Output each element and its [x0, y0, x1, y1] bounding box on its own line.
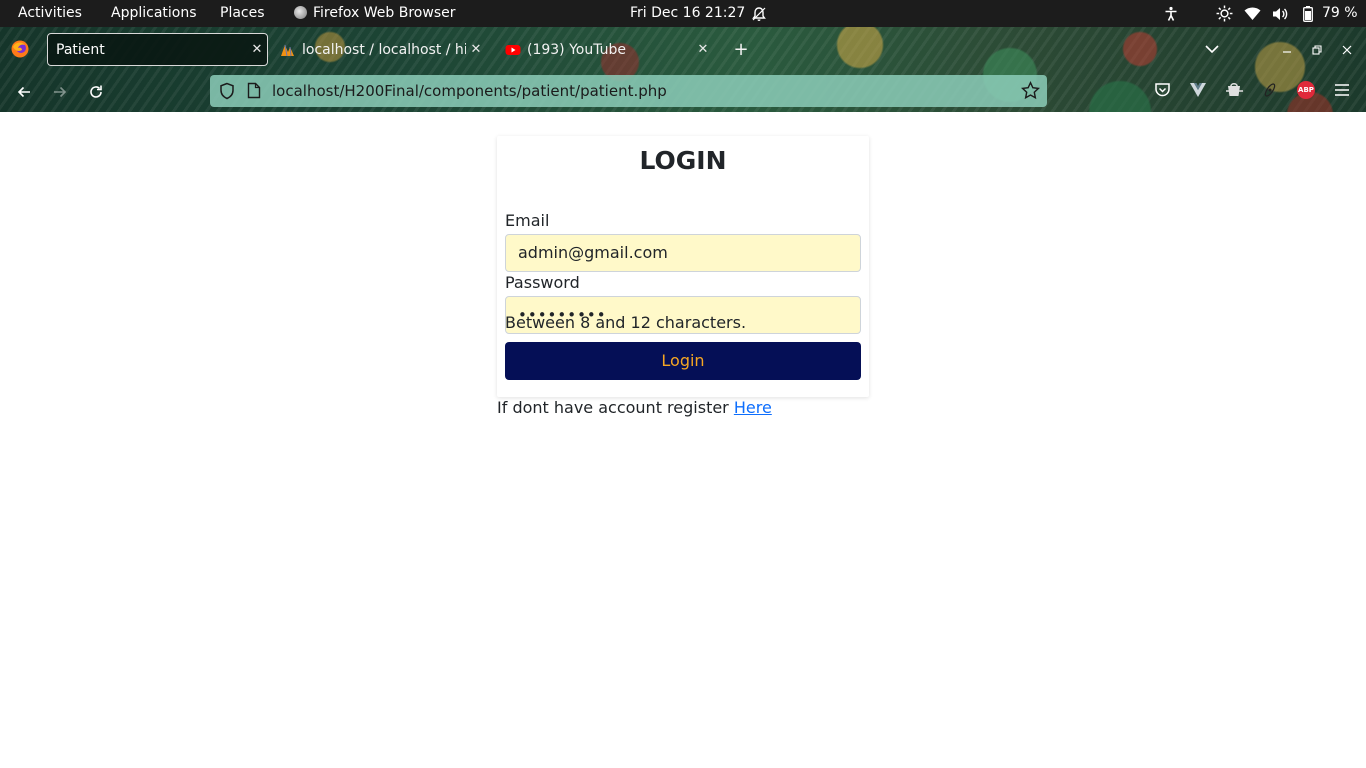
- brightness-icon[interactable]: [1216, 0, 1233, 27]
- address-bar[interactable]: localhost/H200Final/components/patient/p…: [210, 75, 1047, 107]
- login-button[interactable]: Login: [505, 342, 861, 380]
- pocket-icon[interactable]: [1151, 79, 1173, 101]
- app-menu-label: Firefox Web Browser: [313, 5, 456, 21]
- forward-arrow-icon[interactable]: [48, 80, 72, 104]
- tab-close-icon[interactable]: ✕: [466, 42, 486, 57]
- places-menu[interactable]: Places: [220, 5, 265, 21]
- tab-close-icon[interactable]: ✕: [693, 42, 713, 57]
- volume-icon[interactable]: [1272, 0, 1289, 27]
- notification-bell-icon[interactable]: [751, 0, 767, 27]
- battery-percentage[interactable]: 79 %: [1322, 5, 1358, 21]
- tab-title: (193) YouTube: [527, 41, 627, 58]
- back-arrow-icon[interactable]: [12, 80, 36, 104]
- new-tab-icon[interactable]: +: [730, 33, 752, 66]
- battery-icon[interactable]: [1303, 0, 1313, 27]
- vue-devtools-icon[interactable]: [1187, 79, 1209, 101]
- email-field[interactable]: admin@gmail.com: [505, 234, 861, 272]
- wifi-icon[interactable]: [1244, 0, 1261, 27]
- activities-button[interactable]: Activities: [18, 5, 82, 21]
- app-menu[interactable]: Firefox Web Browser: [294, 5, 456, 21]
- page-icon[interactable]: [247, 82, 261, 99]
- bookmark-star-icon[interactable]: [1021, 81, 1040, 100]
- extension-icon[interactable]: [1223, 79, 1245, 101]
- shield-icon[interactable]: [219, 82, 235, 100]
- phpmyadmin-icon: [281, 44, 294, 56]
- tab-close-icon[interactable]: ✕: [247, 42, 267, 57]
- clock[interactable]: Fri Dec 16 21:27: [630, 5, 745, 21]
- tab-patient[interactable]: Patient ✕: [47, 33, 268, 66]
- accessibility-icon[interactable]: [1163, 0, 1179, 27]
- url-text[interactable]: localhost/H200Final/components/patient/p…: [272, 82, 667, 100]
- browser-chrome: Patient ✕ localhost / localhost / hit ✕ …: [0, 27, 1366, 112]
- email-label: Email: [505, 211, 550, 230]
- tab-title: Patient: [56, 41, 105, 58]
- tab-phpmyadmin[interactable]: localhost / localhost / hit ✕: [280, 33, 486, 66]
- hamburger-menu-icon[interactable]: [1331, 79, 1353, 101]
- login-title: LOGIN: [639, 146, 727, 175]
- restore-icon[interactable]: [1308, 33, 1326, 66]
- react-devtools-icon[interactable]: [1259, 79, 1281, 101]
- close-window-icon[interactable]: [1338, 33, 1356, 66]
- minimize-icon[interactable]: [1278, 33, 1296, 66]
- password-label: Password: [505, 273, 580, 292]
- youtube-icon: [505, 44, 521, 55]
- firefox-view-button[interactable]: [10, 37, 34, 61]
- tab-strip: Patient ✕ localhost / localhost / hit ✕ …: [0, 27, 1366, 71]
- tab-title: localhost / localhost / hit: [302, 41, 466, 58]
- applications-menu[interactable]: Applications: [111, 5, 197, 21]
- firefox-icon: [11, 40, 29, 58]
- adblock-plus-icon[interactable]: ABP: [1295, 79, 1317, 101]
- reload-icon[interactable]: [84, 80, 108, 104]
- firefox-app-icon: [294, 6, 307, 19]
- register-text: If dont have account register: [497, 398, 734, 417]
- login-card: LOGIN Email admin@gmail.com Password •••…: [497, 136, 869, 397]
- list-all-tabs-icon[interactable]: [1202, 33, 1222, 66]
- register-prompt: If dont have account register Here: [497, 398, 772, 417]
- page-content: LOGIN Email admin@gmail.com Password •••…: [0, 112, 1366, 768]
- password-hint: Between 8 and 12 characters.: [505, 313, 747, 332]
- system-top-bar: Activities Applications Places Firefox W…: [0, 0, 1366, 27]
- navigation-toolbar: localhost/H200Final/components/patient/p…: [0, 71, 1366, 112]
- register-link[interactable]: Here: [734, 398, 772, 417]
- tab-youtube[interactable]: (193) YouTube ✕: [505, 33, 713, 66]
